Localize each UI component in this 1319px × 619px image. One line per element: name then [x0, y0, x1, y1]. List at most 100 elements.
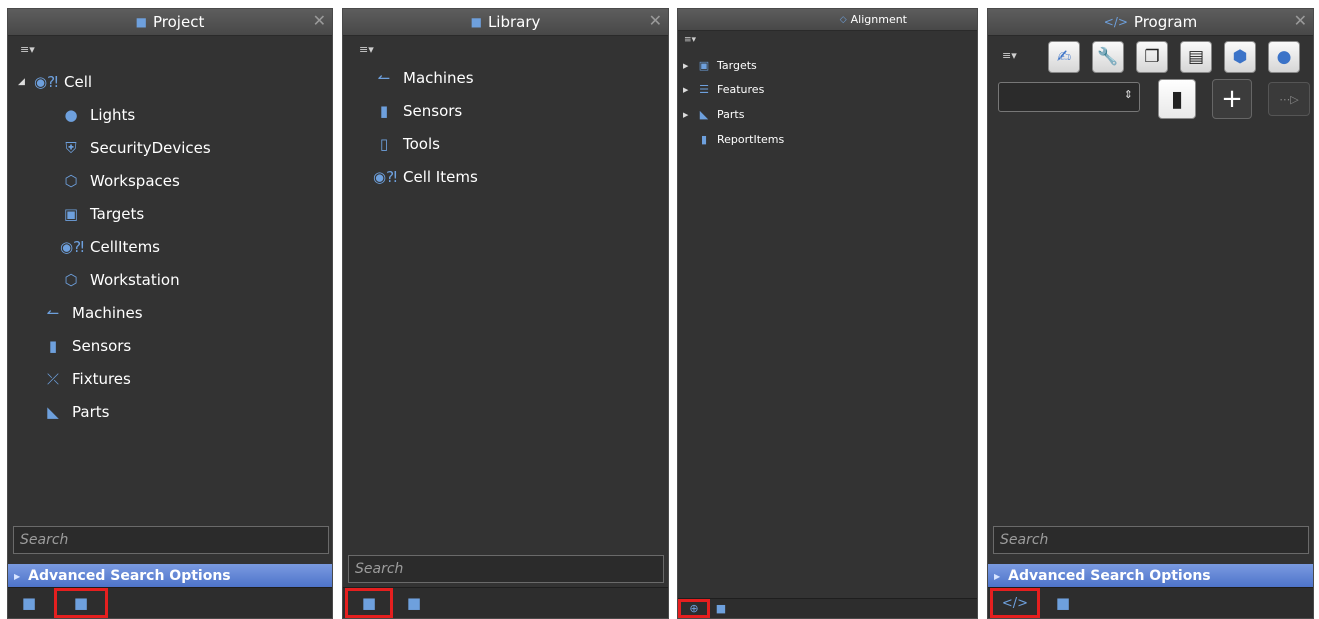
list-menu-icon[interactable]: ≡▾: [684, 35, 696, 45]
expand-arrow-icon: ▶: [14, 571, 21, 581]
tree-item-sensors[interactable]: ▮ Sensors: [42, 337, 131, 355]
hand-button[interactable]: ✍: [1048, 41, 1080, 73]
tab-project[interactable]: ■: [14, 592, 44, 614]
tree-item-label: Machines: [72, 304, 143, 322]
shield-icon: ⛨: [65, 139, 77, 157]
alignment-item-targets[interactable]: ▶ ▣ Targets: [683, 59, 757, 72]
library-item-machines[interactable]: ↼ Machines: [373, 69, 474, 87]
library-item-label: Cell Items: [403, 168, 478, 186]
tree-item-cell[interactable]: ◢ ◉⁈ Cell: [18, 73, 92, 91]
cube-outline-icon: ⬡: [64, 172, 78, 190]
tree-item-label: SecurityDevices: [90, 139, 211, 157]
delete-button[interactable]: ▮: [1158, 79, 1196, 119]
project-titlebar: ■ Project ✕: [8, 9, 332, 36]
tree-item-workspaces[interactable]: ⬡ Workspaces: [60, 172, 180, 190]
part-icon: ◣: [47, 403, 59, 421]
close-icon[interactable]: ✕: [313, 11, 326, 30]
copy-button[interactable]: ❐: [1136, 41, 1168, 73]
search-input[interactable]: Search: [13, 526, 329, 554]
list-menu-icon[interactable]: ≡▾: [359, 43, 374, 56]
tab-project[interactable]: ■: [345, 588, 393, 618]
tree-item-machines[interactable]: ↼ Machines: [42, 304, 143, 322]
code-icon: </>: [1103, 15, 1128, 29]
cell-items-icon: ◉⁈: [60, 238, 85, 256]
trash-icon: ▮: [1170, 86, 1184, 112]
tab-project[interactable]: ■: [712, 601, 730, 616]
robot-arm-icon: ↼: [46, 304, 60, 322]
copy-icon: ❐: [1144, 47, 1160, 67]
library-item-sensors[interactable]: ▮ Sensors: [373, 102, 462, 120]
tree-item-label: Targets: [90, 205, 145, 223]
cube-icon: ⬢: [1232, 47, 1248, 67]
expand-arrow-icon[interactable]: ▶: [683, 111, 693, 119]
report-icon: ▮: [700, 133, 708, 146]
tree-item-fixtures[interactable]: ⤫ Fixtures: [42, 370, 131, 388]
tab-library[interactable]: ■: [54, 588, 108, 618]
robot-arm-icon: ↼: [377, 69, 391, 87]
fixture-icon: ⤫: [46, 370, 59, 388]
close-icon[interactable]: ✕: [649, 11, 662, 30]
tree-item-parts[interactable]: ◣ Parts: [42, 403, 109, 421]
crosshair-icon: ⊕: [689, 602, 699, 615]
folder-icon: ■: [470, 15, 482, 29]
plus-icon: +: [1221, 84, 1243, 114]
library-titlebar: ■ Library ✕: [343, 9, 668, 36]
feature-list-icon: ☰: [699, 83, 709, 96]
alignment-item-reportitems[interactable]: ▮ ReportItems: [697, 133, 784, 146]
program-panel: </> Program ✕ ≡▾ ✍ 🔧 ❐ ▤ ⬢ ● ⇕ ▮ + ⋯▷ Se…: [987, 8, 1314, 619]
cell-items-icon: ◉⁈: [34, 73, 59, 91]
sensor-icon: ▮: [48, 337, 58, 355]
collapse-arrow-icon[interactable]: ◢: [18, 77, 30, 87]
wrench-button[interactable]: 🔧: [1092, 41, 1124, 73]
tree-item-label: CellItems: [90, 238, 160, 256]
search-input[interactable]: Search: [348, 555, 664, 583]
tree-item-security-devices[interactable]: ⛨ SecurityDevices: [60, 139, 211, 157]
cube-button[interactable]: ⬢: [1224, 41, 1256, 73]
more-tool-button[interactable]: ●: [1268, 41, 1300, 73]
list-menu-icon[interactable]: ≡▾: [1002, 49, 1017, 62]
library-item-cell-items[interactable]: ◉⁈ Cell Items: [373, 168, 478, 186]
expand-arrow-icon[interactable]: ▶: [683, 86, 693, 94]
connect-button[interactable]: ⋯▷: [1268, 82, 1310, 116]
tab-alignment[interactable]: ⊕: [678, 599, 710, 618]
tree-item-workstation[interactable]: ⬡ Workstation: [60, 271, 180, 289]
tab-program[interactable]: </>: [990, 588, 1040, 618]
sensor-icon: ▮: [379, 102, 389, 120]
panel-title: Program: [1133, 13, 1198, 31]
list-menu-icon[interactable]: ≡▾: [20, 43, 35, 56]
expand-arrow-icon[interactable]: ▶: [683, 62, 693, 70]
alignment-item-features[interactable]: ▶ ☰ Features: [683, 83, 764, 96]
paste-button[interactable]: ▤: [1180, 41, 1212, 73]
target-camera-icon: ▣: [63, 205, 79, 223]
alignment-item-label: ReportItems: [717, 133, 785, 146]
program-select[interactable]: ⇕: [998, 82, 1140, 112]
tab-project[interactable]: ■: [1048, 592, 1078, 614]
clipboard-icon: ▤: [1187, 47, 1205, 67]
cell-items-icon: ◉⁈: [373, 168, 398, 186]
select-arrow-icon: ⇕: [1123, 88, 1133, 101]
wrench-icon: 🔧: [1097, 47, 1119, 67]
alignment-item-label: Targets: [717, 59, 757, 72]
library-item-tools[interactable]: ▯ Tools: [373, 135, 440, 153]
alignment-item-label: Features: [717, 83, 765, 96]
add-button[interactable]: +: [1212, 79, 1252, 119]
alignment-item-label: Parts: [717, 108, 745, 121]
library-item-label: Tools: [403, 135, 440, 153]
panel-title: Project: [153, 13, 205, 31]
folder-icon: ■: [1055, 594, 1071, 612]
close-icon[interactable]: ✕: [1294, 11, 1307, 30]
project-panel: ■ Project ✕ ≡▾ ◢ ◉⁈ Cell ● Lights ⛨ Secu…: [7, 8, 333, 619]
tree-item-label: Workspaces: [90, 172, 180, 190]
tree-item-lights[interactable]: ● Lights: [60, 106, 135, 124]
advanced-search-options[interactable]: ▶ Advanced Search Options: [8, 564, 332, 588]
tab-library[interactable]: ■: [399, 592, 429, 614]
tree-item-cellitems[interactable]: ◉⁈ CellItems: [60, 238, 160, 256]
tool-icon: ●: [1276, 47, 1292, 67]
dotted-arrow-icon: ⋯▷: [1279, 92, 1299, 106]
search-input[interactable]: Search: [993, 526, 1309, 554]
advanced-search-options[interactable]: ▶ Advanced Search Options: [988, 564, 1313, 588]
alignment-item-parts[interactable]: ▶ ◣ Parts: [683, 108, 744, 121]
hand-icon: ✍: [1056, 47, 1072, 67]
tree-item-targets[interactable]: ▣ Targets: [60, 205, 144, 223]
tree-item-label: Workstation: [90, 271, 180, 289]
